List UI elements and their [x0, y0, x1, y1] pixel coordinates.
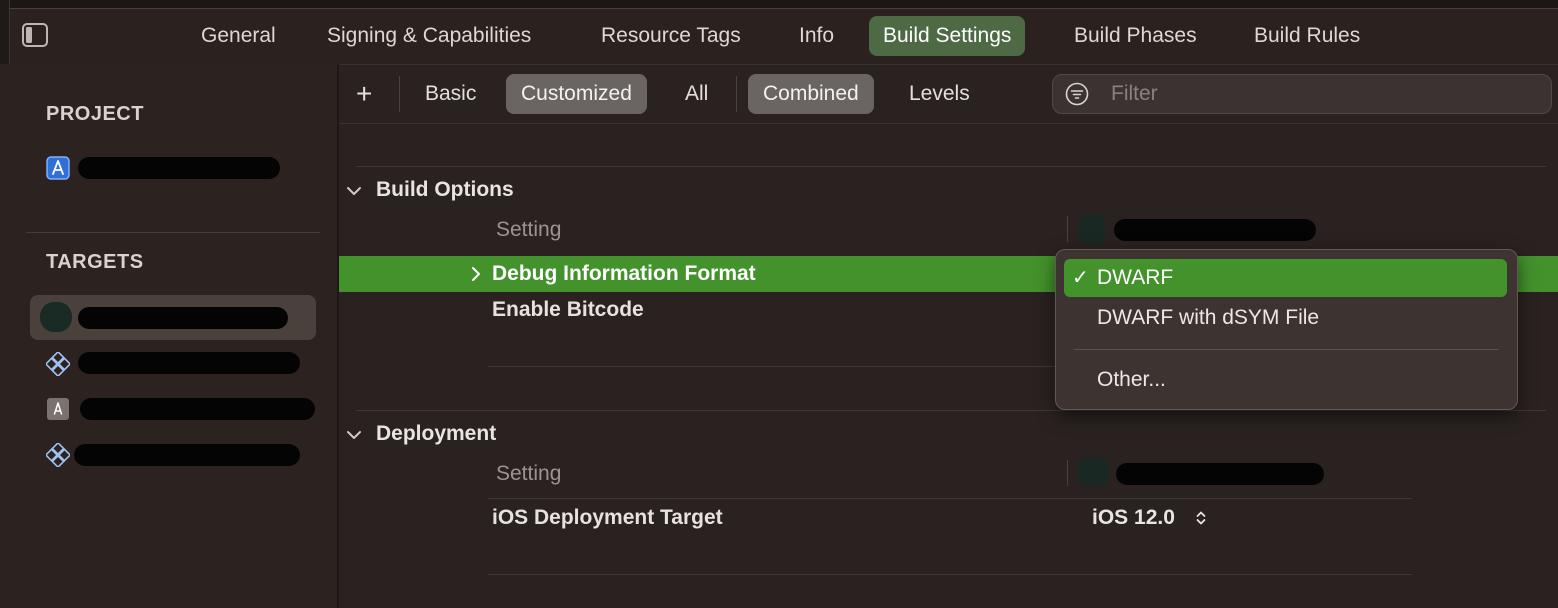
tab-build-settings[interactable]: Build Settings — [869, 16, 1026, 56]
toolbar-separator — [736, 76, 737, 112]
row-divider — [488, 574, 1412, 575]
sidebar-toggle-icon[interactable] — [22, 23, 48, 47]
chevron-right-icon[interactable] — [470, 265, 482, 283]
filter-icon[interactable] — [1065, 82, 1089, 106]
app-target-icon — [47, 398, 69, 420]
customized-filter-button[interactable]: Customized — [506, 74, 647, 114]
menu-item-label: DWARF with dSYM File — [1097, 306, 1320, 329]
column-separator — [1067, 460, 1068, 486]
ios-deployment-target-value[interactable]: iOS 12.0 — [1092, 506, 1175, 530]
extension-target-icon — [46, 443, 70, 467]
chevron-down-icon[interactable] — [346, 427, 362, 443]
row-divider — [488, 498, 1412, 499]
project-section-label: PROJECT — [46, 103, 144, 125]
basic-filter-button[interactable]: Basic — [410, 74, 491, 114]
toolbar-divider — [339, 123, 1558, 124]
target-name-redacted[interactable] — [74, 444, 300, 466]
target-icon-redacted — [1078, 458, 1108, 486]
target-icon-redacted — [1079, 214, 1105, 244]
window-title-strip — [0, 0, 1558, 9]
group-divider — [356, 166, 1546, 167]
target-column-header-redacted — [1116, 463, 1324, 485]
debug-format-popup-menu: ✓ DWARF DWARF with dSYM File Other... — [1055, 249, 1518, 410]
checkmark-icon: ✓ — [1072, 267, 1089, 289]
menu-item-label: Other... — [1097, 368, 1166, 391]
tab-resource-tags[interactable]: Resource Tags — [587, 16, 755, 56]
filter-input[interactable] — [1111, 75, 1531, 113]
project-name-redacted[interactable] — [78, 157, 280, 179]
sidebar-divider — [26, 232, 320, 233]
project-app-icon[interactable] — [46, 156, 70, 180]
chevron-down-icon[interactable] — [346, 183, 362, 199]
extension-target-icon — [46, 352, 70, 376]
menu-item-dwarf[interactable]: ✓ DWARF — [1064, 259, 1507, 297]
toolbar-separator — [399, 76, 400, 112]
up-down-chevron-icon[interactable] — [1195, 509, 1207, 527]
setting-column-header: Setting — [496, 462, 562, 485]
levels-view-button[interactable]: Levels — [894, 74, 985, 114]
group-divider — [356, 410, 1546, 411]
column-separator — [1067, 216, 1068, 242]
tab-general[interactable]: General — [187, 16, 290, 56]
enable-bitcode-label[interactable]: Enable Bitcode — [492, 298, 644, 322]
filter-field[interactable] — [1052, 74, 1552, 114]
target-column-header-redacted — [1114, 219, 1316, 241]
menu-item-label: DWARF — [1097, 266, 1174, 289]
tab-build-rules[interactable]: Build Rules — [1240, 16, 1374, 56]
combined-view-button[interactable]: Combined — [748, 74, 874, 114]
target-name-redacted[interactable] — [78, 352, 300, 374]
add-setting-button[interactable]: + — [340, 74, 388, 114]
menu-item-dwarf-with-dsym[interactable]: DWARF with dSYM File — [1064, 299, 1507, 337]
build-options-group-title[interactable]: Build Options — [376, 178, 514, 202]
all-filter-button[interactable]: All — [670, 74, 723, 114]
menu-item-other[interactable]: Other... — [1064, 361, 1507, 399]
target-name-redacted[interactable] — [80, 398, 315, 420]
tab-info[interactable]: Info — [785, 16, 848, 56]
tab-build-phases[interactable]: Build Phases — [1060, 16, 1211, 56]
ios-deployment-target-label[interactable]: iOS Deployment Target — [492, 506, 723, 530]
debug-information-format-label: Debug Information Format — [492, 262, 756, 285]
menu-separator — [1074, 349, 1499, 350]
targets-section-label: TARGETS — [46, 251, 144, 273]
deployment-group-title[interactable]: Deployment — [376, 422, 496, 446]
target-icon-redacted — [40, 302, 72, 332]
setting-column-header: Setting — [496, 218, 562, 241]
target-name-redacted — [78, 307, 288, 329]
tab-signing-capabilities[interactable]: Signing & Capabilities — [313, 16, 545, 56]
